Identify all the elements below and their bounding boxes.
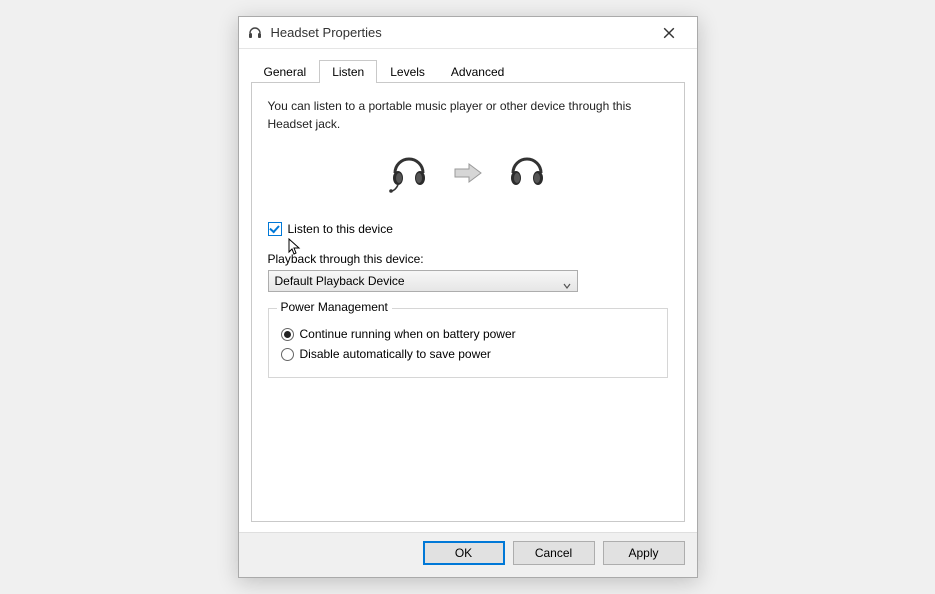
tab-advanced[interactable]: Advanced xyxy=(438,60,517,83)
headset-properties-dialog: Headset Properties General Listen Levels… xyxy=(238,16,698,578)
tab-general[interactable]: General xyxy=(251,60,320,83)
playback-label: Playback through this device: xyxy=(268,252,668,266)
listen-description: You can listen to a portable music playe… xyxy=(268,97,668,133)
tab-strip: General Listen Levels Advanced xyxy=(239,49,697,82)
tab-listen[interactable]: Listen xyxy=(319,60,377,83)
apply-button[interactable]: Apply xyxy=(603,541,685,565)
listen-panel: You can listen to a portable music playe… xyxy=(251,82,685,522)
cancel-button[interactable]: Cancel xyxy=(513,541,595,565)
listen-checkbox-label: Listen to this device xyxy=(288,222,393,236)
ok-button[interactable]: OK xyxy=(423,541,505,565)
listen-checkbox[interactable] xyxy=(268,222,282,236)
tab-levels[interactable]: Levels xyxy=(377,60,438,83)
playback-device-dropdown[interactable]: Default Playback Device xyxy=(268,270,578,292)
titlebar: Headset Properties xyxy=(239,17,697,49)
window-title: Headset Properties xyxy=(271,25,649,40)
device-diagram xyxy=(268,151,668,198)
playback-device-selected: Default Playback Device xyxy=(275,274,405,288)
close-button[interactable] xyxy=(649,19,689,47)
radio-continue-row[interactable]: Continue running when on battery power xyxy=(281,327,655,341)
headset-mic-icon xyxy=(387,151,431,198)
chevron-down-icon xyxy=(563,278,571,284)
power-management-group: Power Management Continue running when o… xyxy=(268,308,668,378)
arrow-right-icon xyxy=(453,162,483,187)
radio-disable[interactable] xyxy=(281,348,294,361)
headphones-icon xyxy=(505,151,549,198)
dialog-buttons: OK Cancel Apply xyxy=(239,532,697,577)
radio-continue[interactable] xyxy=(281,328,294,341)
radio-continue-label: Continue running when on battery power xyxy=(300,327,516,341)
headset-icon xyxy=(247,25,263,41)
listen-checkbox-row[interactable]: Listen to this device xyxy=(268,222,668,236)
radio-disable-row[interactable]: Disable automatically to save power xyxy=(281,347,655,361)
power-management-legend: Power Management xyxy=(277,300,392,314)
radio-disable-label: Disable automatically to save power xyxy=(300,347,491,361)
